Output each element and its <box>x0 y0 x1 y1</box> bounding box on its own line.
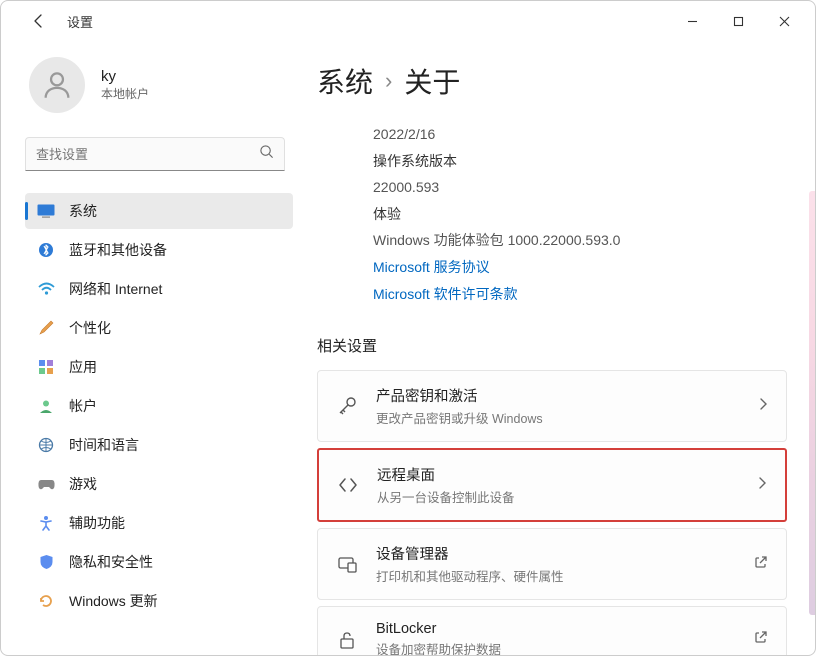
content-area: 系统 › 关于 2022/2/16 操作系统版本 22000.593 体验 Wi… <box>301 41 815 655</box>
key-icon <box>336 395 358 417</box>
chevron-right-icon: › <box>385 68 392 94</box>
sidebar-item-gaming[interactable]: 游戏 <box>25 466 293 502</box>
experience-value: Windows 功能体验包 1000.22000.593.0 <box>373 227 787 254</box>
sidebar-item-label: 应用 <box>69 357 97 377</box>
sidebar-item-personalize[interactable]: 个性化 <box>25 310 293 346</box>
card-bitlocker[interactable]: BitLocker 设备加密帮助保护数据 <box>317 606 787 655</box>
chevron-right-icon <box>758 397 768 416</box>
sidebar-item-system[interactable]: 系统 <box>25 193 293 229</box>
card-title: 产品密钥和激活 <box>376 385 740 406</box>
card-sub: 设备加密帮助保护数据 <box>376 639 736 655</box>
search-box[interactable] <box>25 137 285 171</box>
nav-list: 系统 蓝牙和其他设备 网络和 Internet 个性化 <box>25 193 293 619</box>
sidebar-item-privacy[interactable]: 隐私和安全性 <box>25 544 293 580</box>
sidebar-item-label: 辅助功能 <box>69 513 125 533</box>
sidebar: ky 本地帐户 系统 蓝牙和其他设备 <box>1 41 301 655</box>
installed-date: 2022/2/16 <box>373 121 787 148</box>
sidebar-item-accounts[interactable]: 帐户 <box>25 388 293 424</box>
external-link-icon <box>754 555 768 574</box>
sidebar-item-time[interactable]: 时间和语言 <box>25 427 293 463</box>
sidebar-item-label: 个性化 <box>69 318 111 338</box>
breadcrumb-parent[interactable]: 系统 <box>317 61 373 101</box>
sidebar-item-bluetooth[interactable]: 蓝牙和其他设备 <box>25 232 293 268</box>
os-build-value: 22000.593 <box>373 174 787 201</box>
profile-sub: 本地帐户 <box>101 85 149 102</box>
os-build-label: 操作系统版本 <box>373 148 787 175</box>
profile-name: ky <box>101 68 149 85</box>
minimize-button[interactable] <box>669 5 715 37</box>
account-icon <box>37 397 55 415</box>
sidebar-item-network[interactable]: 网络和 Internet <box>25 271 293 307</box>
card-activation[interactable]: 产品密钥和激活 更改产品密钥或升级 Windows <box>317 370 787 442</box>
globe-icon <box>37 436 55 454</box>
sidebar-item-label: 蓝牙和其他设备 <box>69 240 167 260</box>
about-info-block: 2022/2/16 操作系统版本 22000.593 体验 Windows 功能… <box>317 121 787 307</box>
sidebar-item-label: 隐私和安全性 <box>69 552 153 572</box>
related-settings-title: 相关设置 <box>317 335 787 356</box>
card-sub: 从另一台设备控制此设备 <box>377 487 739 506</box>
sidebar-item-label: 时间和语言 <box>69 435 139 455</box>
decorative-strip <box>809 191 815 615</box>
bluetooth-icon <box>37 241 55 259</box>
avatar <box>29 57 85 113</box>
chevron-right-icon <box>757 476 767 495</box>
search-icon <box>259 144 274 164</box>
app-title: 设置 <box>67 12 93 31</box>
back-button[interactable] <box>29 11 49 31</box>
gaming-icon <box>37 475 55 493</box>
brush-icon <box>37 319 55 337</box>
sidebar-item-label: Windows 更新 <box>69 591 158 611</box>
system-icon <box>37 202 55 220</box>
window-controls <box>669 5 807 37</box>
apps-icon <box>37 358 55 376</box>
breadcrumb: 系统 › 关于 <box>317 61 787 101</box>
card-sub: 打印机和其他驱动程序、硬件属性 <box>376 566 736 585</box>
sidebar-item-accessibility[interactable]: 辅助功能 <box>25 505 293 541</box>
maximize-button[interactable] <box>715 5 761 37</box>
card-sub: 更改产品密钥或升级 Windows <box>376 408 740 427</box>
external-link-icon <box>754 630 768 649</box>
sidebar-item-apps[interactable]: 应用 <box>25 349 293 385</box>
shield-icon <box>37 553 55 571</box>
device-manager-icon <box>336 553 358 575</box>
sidebar-item-label: 帐户 <box>69 396 97 416</box>
close-button[interactable] <box>761 5 807 37</box>
accessibility-icon <box>37 514 55 532</box>
titlebar: 设置 <box>1 1 815 41</box>
sidebar-item-label: 系统 <box>69 201 97 221</box>
link-services[interactable]: Microsoft 服务协议 <box>373 254 787 281</box>
card-title: 设备管理器 <box>376 543 736 564</box>
breadcrumb-current: 关于 <box>404 61 460 101</box>
card-title: BitLocker <box>376 621 736 637</box>
search-input[interactable] <box>36 147 259 162</box>
card-device-manager[interactable]: 设备管理器 打印机和其他驱动程序、硬件属性 <box>317 528 787 600</box>
sidebar-item-label: 游戏 <box>69 474 97 494</box>
experience-label: 体验 <box>373 201 787 228</box>
remote-icon <box>337 474 359 496</box>
sidebar-item-label: 网络和 Internet <box>69 279 162 299</box>
wifi-icon <box>37 280 55 298</box>
card-remote-desktop[interactable]: 远程桌面 从另一台设备控制此设备 <box>317 448 787 522</box>
profile-block[interactable]: ky 本地帐户 <box>25 57 293 113</box>
sidebar-item-update[interactable]: Windows 更新 <box>25 583 293 619</box>
link-license[interactable]: Microsoft 软件许可条款 <box>373 281 787 308</box>
lock-icon <box>336 629 358 651</box>
update-icon <box>37 592 55 610</box>
card-title: 远程桌面 <box>377 464 739 485</box>
